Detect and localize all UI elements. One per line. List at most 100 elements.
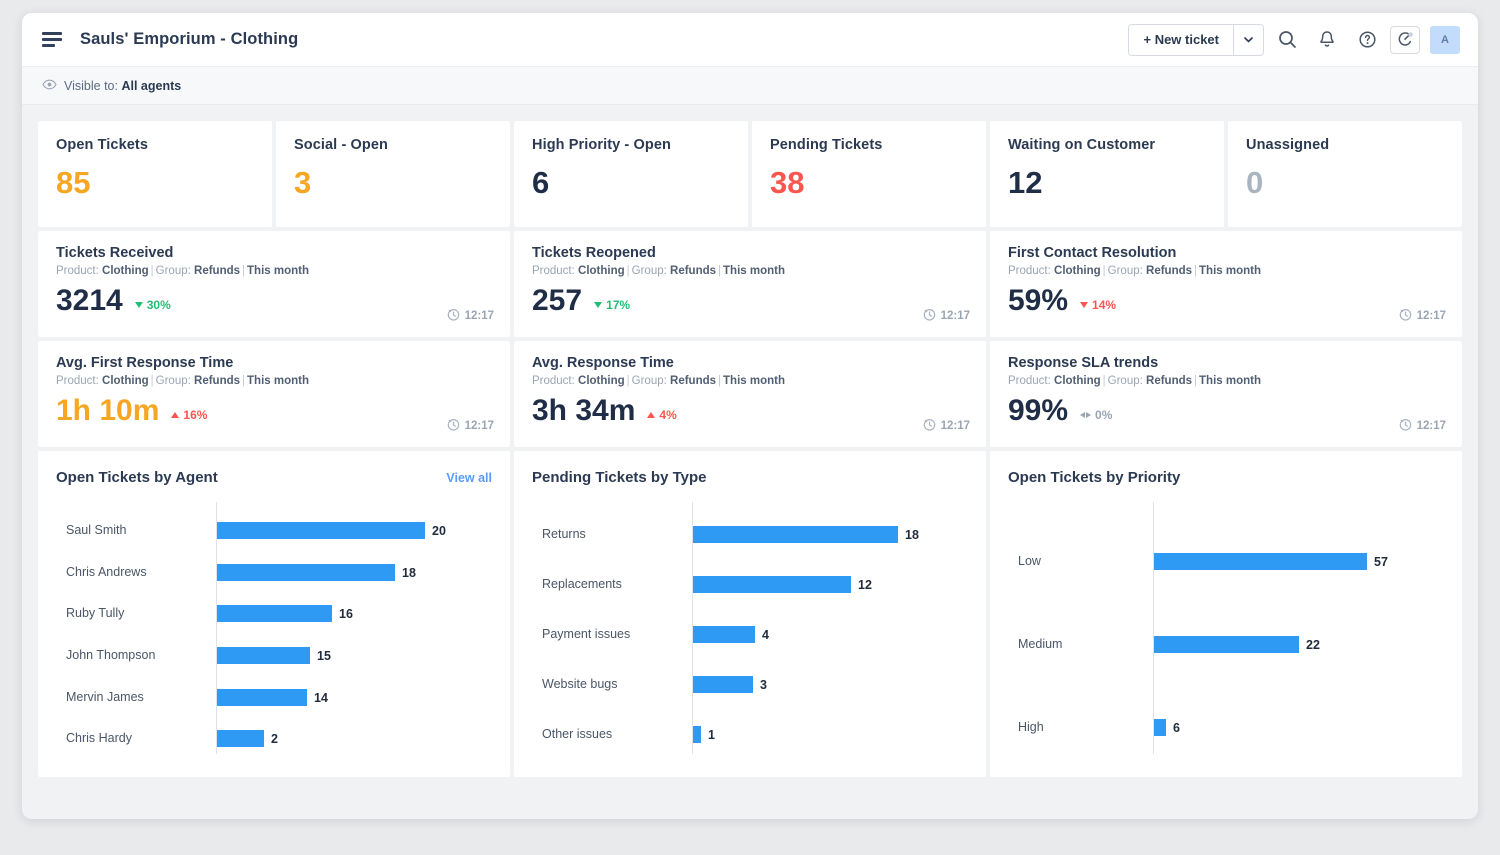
metric-value: 99% bbox=[1008, 394, 1069, 427]
kpi-value: 0 bbox=[1246, 165, 1264, 200]
clock-icon bbox=[447, 418, 460, 434]
chart-bar[interactable] bbox=[217, 521, 425, 539]
metric-value: 3214 bbox=[56, 284, 123, 317]
chart-category-label: Ruby Tully bbox=[66, 606, 125, 621]
metric-delta: 30% bbox=[134, 298, 171, 312]
chevron-down-icon[interactable] bbox=[1233, 24, 1263, 55]
visibility-label: Visible to: All agents bbox=[64, 79, 181, 93]
filter-group-label: Group: bbox=[155, 375, 191, 387]
chart-bar[interactable] bbox=[1154, 636, 1299, 653]
metric-card[interactable]: Avg. Response Time Product: Clothing | Grou… bbox=[514, 341, 986, 447]
metric-delta-value: 0% bbox=[1095, 408, 1113, 422]
filter-period: This month bbox=[247, 375, 309, 387]
kpi-card[interactable]: High Priority - Open 6 bbox=[514, 121, 748, 227]
timestamp-value: 12:17 bbox=[464, 310, 494, 322]
timestamp-value: 12:17 bbox=[940, 310, 970, 322]
metric-filters: Product: Clothing | Group: Refunds | This mo… bbox=[56, 265, 309, 277]
activity-badge-icon[interactable] bbox=[1390, 25, 1420, 54]
filter-period: This month bbox=[1199, 265, 1261, 277]
filter-group-label: Group: bbox=[1107, 265, 1143, 277]
filter-product-value: Clothing bbox=[102, 265, 149, 277]
metric-value: 257 bbox=[532, 284, 583, 317]
chart-bar[interactable] bbox=[217, 563, 395, 581]
metric-value: 1h 10m bbox=[56, 394, 160, 427]
chart-bar[interactable] bbox=[693, 676, 753, 693]
metric-card[interactable]: Avg. First Response Time Product: Clothin… bbox=[38, 341, 510, 447]
chart-bar[interactable] bbox=[217, 730, 264, 748]
filter-period: This month bbox=[1199, 375, 1261, 387]
clock-icon bbox=[1399, 418, 1412, 434]
chart-category-label: Chris Hardy bbox=[66, 731, 132, 746]
chart-bar[interactable] bbox=[1154, 719, 1166, 737]
filter-period: This month bbox=[723, 375, 785, 387]
chart-category-label: Returns bbox=[542, 527, 586, 541]
metric-filters: Product: Clothing | Group: Refunds | This mo… bbox=[1008, 375, 1261, 387]
timestamp-value: 12:17 bbox=[940, 420, 970, 432]
kpi-card[interactable]: Waiting on Customer 12 bbox=[990, 121, 1224, 227]
kpi-title: Pending Tickets bbox=[770, 137, 883, 153]
chart-axis bbox=[1153, 502, 1154, 754]
chart-bar[interactable] bbox=[217, 605, 332, 623]
metric-timestamp: 12:17 bbox=[1399, 418, 1446, 434]
chart-bar-value: 14 bbox=[314, 690, 328, 705]
chart-bar[interactable] bbox=[1154, 552, 1367, 570]
visibility-bar: Visible to: All agents bbox=[22, 67, 1478, 105]
search-icon[interactable] bbox=[1270, 23, 1304, 57]
dashboard-window: Sauls' Emporium - Clothing + New ticket bbox=[22, 13, 1478, 819]
chart-bar-value: 2 bbox=[271, 732, 278, 747]
chart-bar-value: 57 bbox=[1374, 554, 1388, 569]
kpi-title: High Priority - Open bbox=[532, 137, 671, 153]
chart-bar[interactable] bbox=[693, 576, 851, 593]
chart-category-label: Replacements bbox=[542, 577, 622, 591]
filter-group-value: Refunds bbox=[1146, 265, 1193, 277]
chart-bar-value: 4 bbox=[762, 628, 769, 642]
metric-filters: Product: Clothing | Group: Refunds | This mo… bbox=[532, 265, 785, 277]
chart-bar[interactable] bbox=[693, 726, 701, 743]
chart-bar-value: 1 bbox=[708, 728, 715, 742]
chart-bar[interactable] bbox=[217, 646, 310, 664]
metric-card[interactable]: Tickets Reopened Product: Clothing | Group:… bbox=[514, 231, 986, 337]
chart-bar[interactable] bbox=[693, 626, 755, 643]
app-header: Sauls' Emporium - Clothing + New ticket bbox=[22, 13, 1478, 67]
chart-category-label: Saul Smith bbox=[66, 522, 127, 537]
metric-delta: 14% bbox=[1080, 298, 1116, 312]
metric-delta: 4% bbox=[647, 408, 677, 422]
metric-filters: Product: Clothing | Group: Refunds | This mo… bbox=[1008, 265, 1261, 277]
view-all-link[interactable]: View all bbox=[446, 471, 492, 485]
chart-bar[interactable] bbox=[693, 526, 898, 543]
avatar[interactable]: A bbox=[1430, 25, 1460, 54]
header-actions: + New ticket A bbox=[1128, 23, 1460, 57]
trend-up-icon bbox=[171, 412, 180, 418]
filter-product-value: Clothing bbox=[578, 265, 625, 277]
kpi-card[interactable]: Social - Open 3 bbox=[276, 121, 510, 227]
metric-filters: Product: Clothing | Group: Refunds | This mo… bbox=[532, 375, 785, 387]
metric-card[interactable]: Tickets Received Product: Clothing | Group:… bbox=[38, 231, 510, 337]
metric-card[interactable]: First Contact Resolution Product: Clothin… bbox=[990, 231, 1462, 337]
kpi-card[interactable]: Pending Tickets 38 bbox=[752, 121, 986, 227]
kpi-card[interactable]: Unassigned 0 bbox=[1228, 121, 1462, 227]
kpi-title: Unassigned bbox=[1246, 137, 1330, 153]
bell-icon[interactable] bbox=[1310, 23, 1344, 57]
filter-product-label: Product: bbox=[56, 265, 99, 277]
kpi-value: 6 bbox=[532, 165, 550, 200]
metric-delta: 16% bbox=[171, 408, 207, 422]
filter-group-value: Refunds bbox=[670, 265, 717, 277]
question-circle-icon[interactable] bbox=[1350, 23, 1384, 57]
clock-icon bbox=[923, 418, 936, 434]
new-ticket-button[interactable]: + New ticket bbox=[1129, 25, 1233, 55]
metric-filters: Product: Clothing | Group: Refunds | This mo… bbox=[56, 375, 309, 387]
metric-card[interactable]: Response SLA trends Product: Clothing | Gro… bbox=[990, 341, 1462, 447]
hamburger-icon[interactable] bbox=[42, 32, 62, 47]
kpi-row: Open Tickets 85 Social - Open 3 High Pri… bbox=[38, 121, 1462, 227]
trend-down-icon bbox=[594, 302, 603, 308]
chart-header: Open Tickets by Agent View all bbox=[56, 469, 492, 486]
chart-bar[interactable] bbox=[217, 688, 307, 706]
chart-card: Open Tickets by Agent View all Saul Smith 2… bbox=[38, 451, 510, 777]
visibility-value: All agents bbox=[121, 78, 182, 93]
chart-bar-value: 15 bbox=[317, 648, 331, 663]
chart-title: Open Tickets by Agent bbox=[56, 469, 218, 486]
filter-group-value: Refunds bbox=[670, 375, 717, 387]
kpi-card[interactable]: Open Tickets 85 bbox=[38, 121, 272, 227]
trend-flat-icon bbox=[1080, 412, 1092, 418]
metric-timestamp: 12:17 bbox=[1399, 308, 1446, 324]
